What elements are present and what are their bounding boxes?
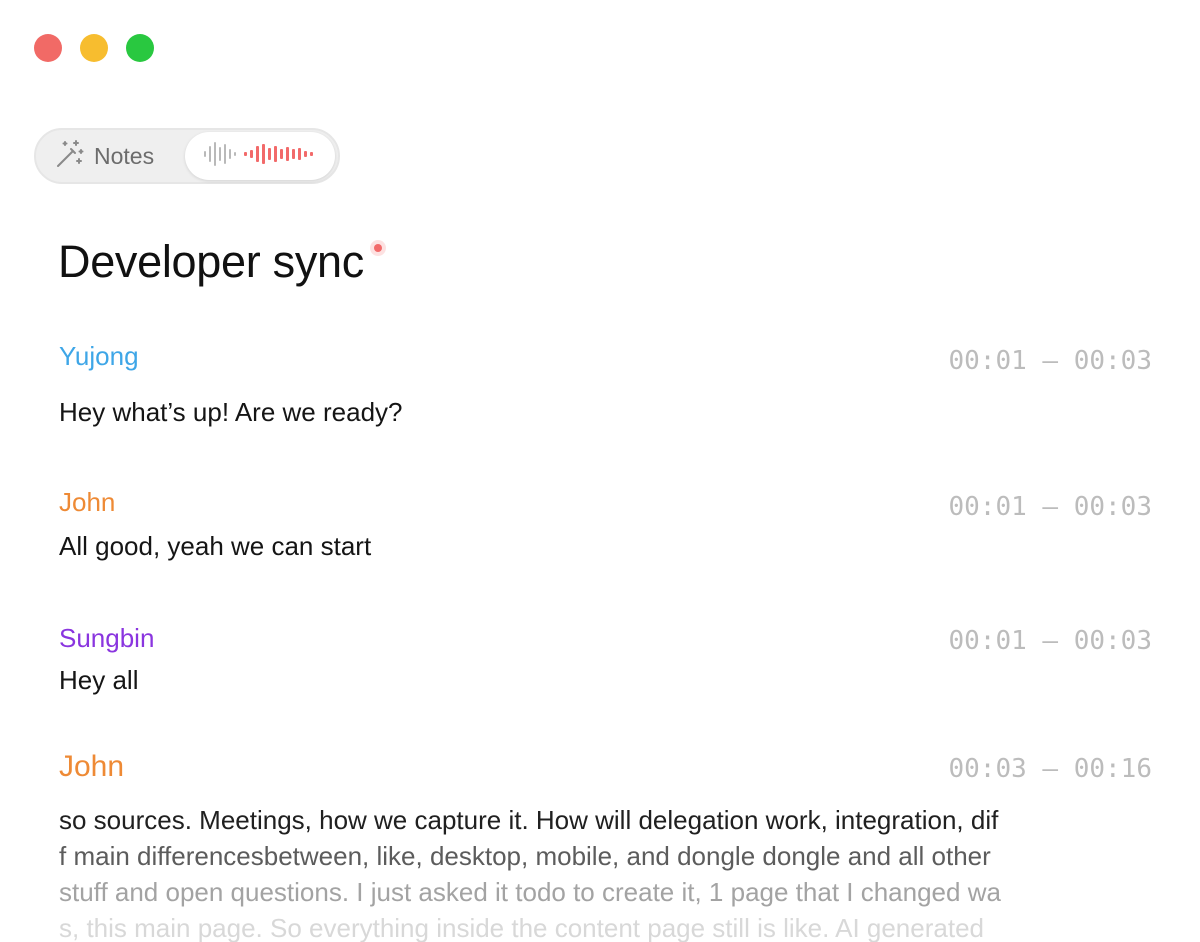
waveform-icon — [204, 140, 316, 173]
minimize-window-button[interactable] — [80, 34, 108, 62]
notes-tab[interactable]: Notes — [54, 130, 154, 182]
speaker-name: Sungbin — [59, 623, 155, 653]
transcript-text: All good, yeah we can start — [59, 531, 372, 561]
transcript-text: so sources. Meetings, how we capture it.… — [59, 802, 1159, 942]
transcript-line: stuff and open questions. I just asked i… — [59, 877, 1001, 907]
recording-tab[interactable] — [185, 132, 335, 180]
zoom-window-button[interactable] — [126, 34, 154, 62]
app-window: Notes Developer sync Yujong 00:01 — 00:0… — [0, 0, 1200, 942]
timestamp: 00:03 — 00:16 — [948, 754, 1153, 784]
timestamp: 00:01 — 00:03 — [948, 346, 1153, 376]
title-area: Developer sync — [58, 236, 382, 288]
speaker-name: Yujong — [59, 341, 139, 371]
timestamp: 00:01 — 00:03 — [948, 626, 1153, 656]
mode-toggle: Notes — [34, 128, 340, 184]
close-window-button[interactable] — [34, 34, 62, 62]
window-controls — [34, 34, 154, 62]
transcript-line: so sources. Meetings, how we capture it.… — [59, 805, 999, 835]
transcript-line: f main differencesbetween, like, desktop… — [59, 841, 991, 871]
transcript-line: s, this main page. So everything inside … — [59, 913, 984, 942]
recording-indicator — [373, 244, 382, 252]
speaker-name: John — [59, 487, 116, 517]
magic-wand-icon — [54, 138, 86, 175]
speaker-name: John — [59, 750, 125, 783]
page-title[interactable]: Developer sync — [58, 236, 364, 288]
notes-tab-label: Notes — [94, 142, 155, 169]
transcript-text: Hey all — [59, 665, 139, 695]
timestamp: 00:01 — 00:03 — [948, 492, 1153, 522]
transcript-text: Hey what’s up! Are we ready? — [59, 397, 403, 427]
